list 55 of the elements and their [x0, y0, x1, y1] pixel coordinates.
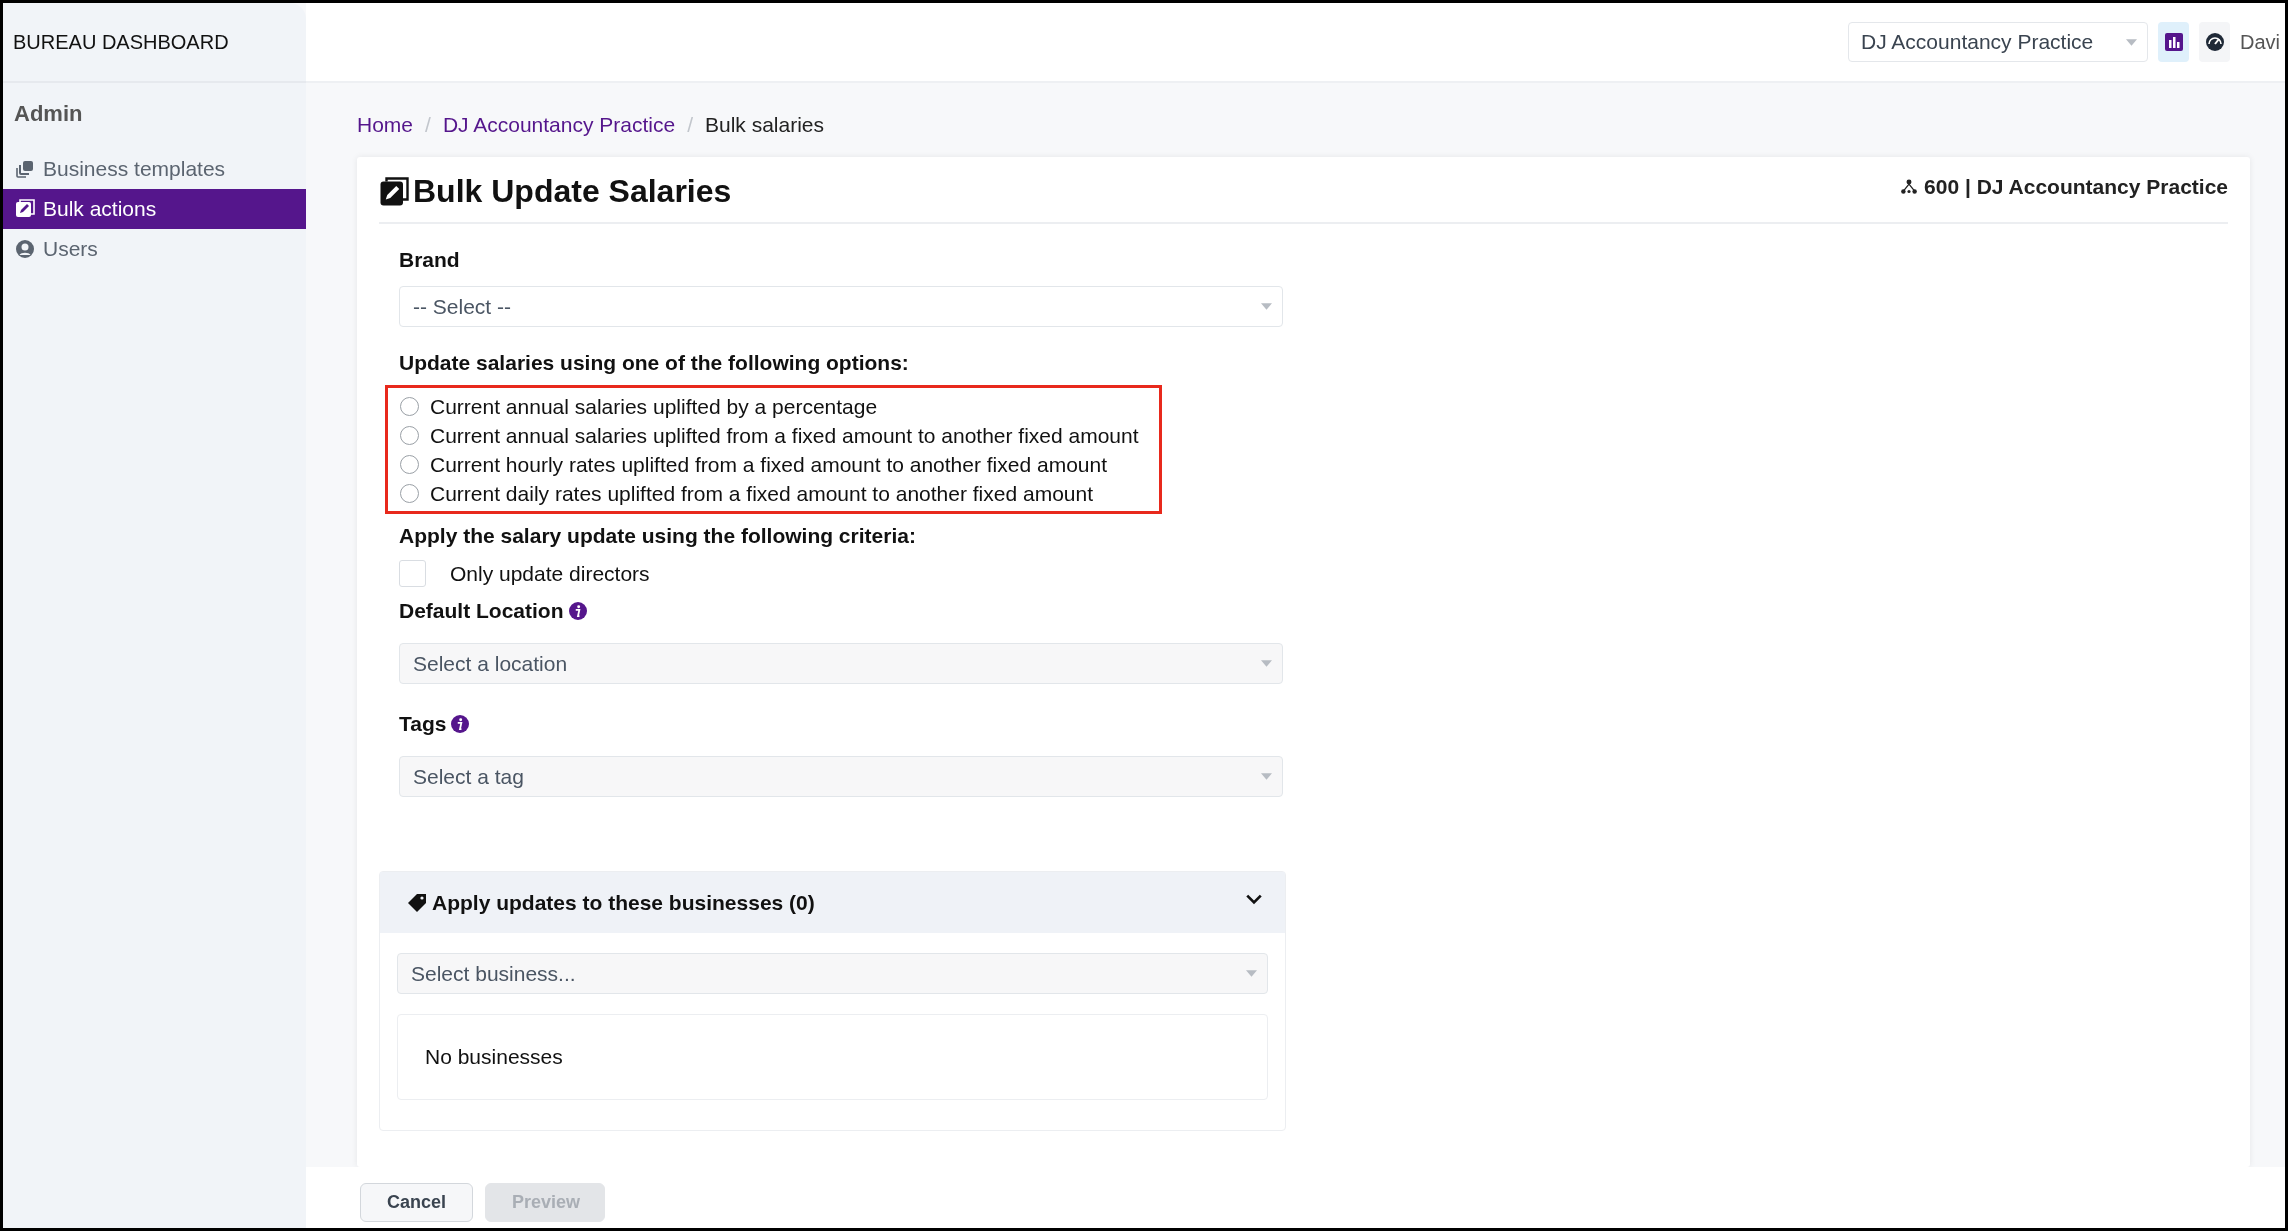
caret-icon [1246, 970, 1257, 977]
info-icon[interactable] [451, 715, 470, 733]
network-icon [1900, 178, 1919, 196]
layers-icon [15, 159, 35, 179]
radio-button[interactable] [400, 455, 419, 474]
empty-message: No businesses [425, 1045, 563, 1069]
section-heading: Admin [13, 100, 84, 127]
bar-chart-icon [2163, 32, 2184, 52]
option-label[interactable]: Current daily rates uplifted from a fixed amount to another fixed amount [430, 481, 1094, 506]
tag-icon [408, 892, 428, 913]
checkbox-label[interactable]: Only update directors [450, 561, 650, 586]
caret-icon [2126, 38, 2137, 46]
breadcrumb-separator: / [687, 113, 693, 137]
pen-square-icon [379, 176, 409, 207]
radio-button[interactable] [400, 397, 419, 416]
chart-button[interactable] [2158, 22, 2189, 62]
field-label: Brand [399, 248, 461, 272]
section-label: Apply the salary update using the following criteria: [399, 524, 917, 548]
location-select[interactable]: Select a location [399, 643, 1283, 684]
page-title: Bulk Update Salaries [413, 173, 732, 210]
breadcrumb-link[interactable]: Home [357, 113, 414, 137]
sidebar-item[interactable]: Business templates [3, 149, 306, 189]
practice-info: 600 | DJ Accountancy Practice [1924, 175, 2228, 199]
radio-button[interactable] [400, 426, 419, 445]
tag-select[interactable]: Select a tag [399, 756, 1283, 797]
field-label: Tags [399, 712, 447, 736]
dashboard-button[interactable] [2199, 22, 2230, 62]
brand-select[interactable]: -- Select -- [399, 286, 1283, 327]
checkbox[interactable] [399, 560, 426, 587]
field-label: Default Location [399, 599, 564, 623]
cancel-button[interactable]: Cancel [360, 1183, 473, 1222]
caret-icon [1261, 660, 1272, 667]
sidebar-item[interactable]: Bulk actions [3, 189, 306, 229]
radio-button[interactable] [400, 484, 419, 503]
sidebar-item[interactable]: Users [3, 229, 306, 269]
chevron-icon[interactable] [1245, 892, 1263, 905]
user-name[interactable]: Davi [2240, 30, 2285, 54]
breadcrumb-separator: / [425, 113, 431, 137]
option-label[interactable]: Current hourly rates uplifted from a fixed amount to another fixed amount [430, 452, 1108, 477]
panel-header[interactable]: Apply updates to these businesses (0) [380, 872, 1285, 933]
caret-icon [1261, 303, 1272, 310]
section-label: Update salaries using one of the following options: [399, 351, 910, 375]
business-select[interactable]: Select business... [397, 953, 1268, 994]
panel-title: Apply updates to these businesses (0) [432, 890, 816, 915]
breadcrumb-current: Bulk salaries [705, 113, 825, 137]
pen-square-icon [15, 199, 35, 219]
gauge-icon [2204, 32, 2225, 52]
option-label[interactable]: Current annual salaries uplifted by a percentage [430, 394, 878, 419]
app-title: BUREAU DASHBOARD [13, 30, 229, 54]
practice-select[interactable]: DJ Accountancy Practice [1848, 22, 2148, 62]
option-label[interactable]: Current annual salaries uplifted from a fixed amount to another fixed amount [430, 423, 1139, 448]
breadcrumb-link[interactable]: DJ Accountancy Practice [442, 113, 676, 137]
user-icon [15, 239, 35, 259]
caret-icon [1261, 773, 1272, 780]
info-icon[interactable] [568, 602, 587, 620]
